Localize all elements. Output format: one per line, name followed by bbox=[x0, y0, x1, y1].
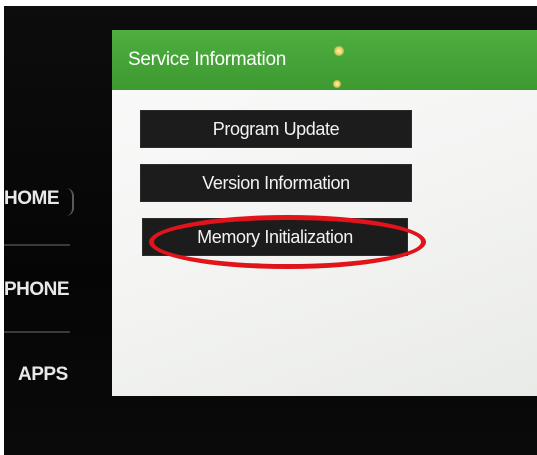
memory-initialization-button[interactable]: Memory Initialization bbox=[142, 218, 408, 256]
display-screen: Service Information Program Update Versi… bbox=[112, 30, 537, 396]
home-button-edge bbox=[66, 188, 74, 216]
program-update-button[interactable]: Program Update bbox=[140, 110, 412, 148]
side-divider bbox=[4, 331, 70, 333]
phone-button[interactable]: PHONE bbox=[4, 279, 70, 301]
light-glare bbox=[333, 80, 341, 88]
side-divider bbox=[4, 244, 70, 246]
apps-button[interactable]: APPS bbox=[18, 364, 68, 386]
light-glare bbox=[334, 46, 344, 56]
photo-frame: HOME PHONE APPS Service Information Prog… bbox=[0, 0, 537, 455]
version-information-button[interactable]: Version Information bbox=[140, 164, 412, 202]
home-button[interactable]: HOME bbox=[4, 188, 60, 210]
title-bar: Service Information bbox=[112, 30, 537, 90]
page-title: Service Information bbox=[128, 49, 286, 70]
